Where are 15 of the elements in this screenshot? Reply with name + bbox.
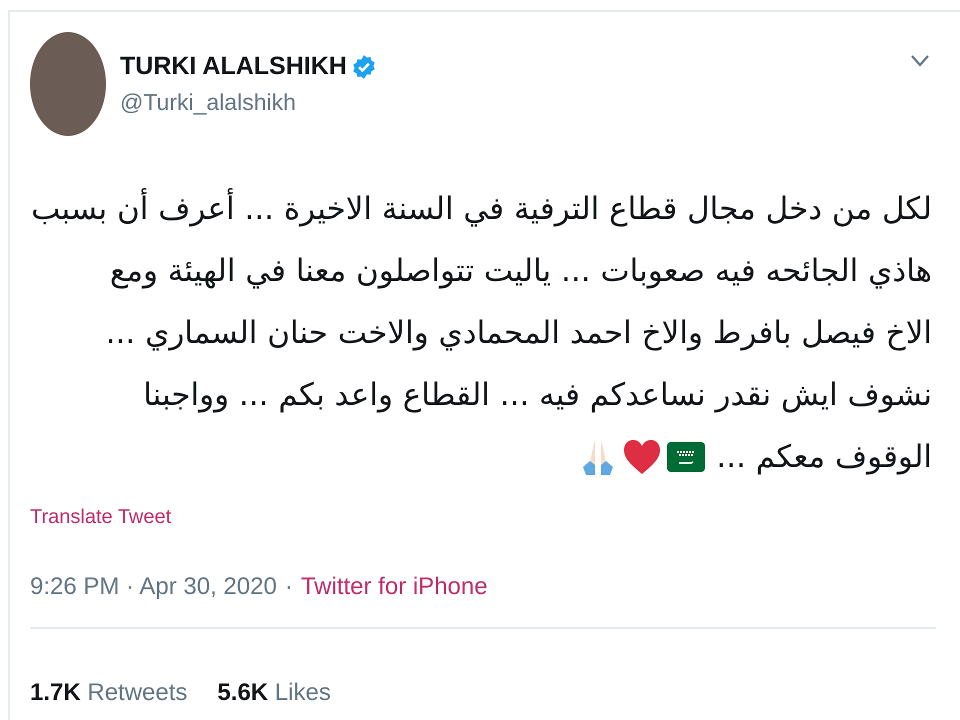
author-name[interactable]: TURKI ALALSHIKH xyxy=(120,52,347,81)
tweet-source-link[interactable]: Twitter for iPhone xyxy=(300,573,488,601)
likes-link[interactable]: 5.6K Likes xyxy=(217,679,331,707)
separator-dot: · xyxy=(284,573,293,601)
tweet-text-line: الاخ فيصل بافرط والاخ احمد المحمادي والاخت حنان السماري ... xyxy=(106,314,932,353)
heart-icon xyxy=(622,437,662,477)
retweets-link[interactable]: 1.7K Retweets xyxy=(30,679,188,707)
translate-tweet-link[interactable]: Translate Tweet xyxy=(30,506,172,529)
tweet-timestamp[interactable]: 9:26 PM · Apr 30, 2020 xyxy=(30,573,277,601)
tweet-text-line: نشوف ايش نقدر نساعدكم فيه ... القطاع واعد بكم ... وواجبنا xyxy=(143,376,932,415)
chevron-down-icon[interactable] xyxy=(910,54,930,68)
tweet-text-line: لكل من دخل مجال قطاع الترفية في السنة الاخيرة ... أعرف أن بسبب xyxy=(31,178,932,240)
tweet-text-line: الوقوف معكم ... xyxy=(716,438,932,477)
tweet-text-line: هاذي الجائحه فيه صعوبات ... ياليت تتواصلون معنا في الهيئة ومع xyxy=(110,252,932,291)
author-handle[interactable]: @Turki_alalshikh xyxy=(120,89,910,116)
